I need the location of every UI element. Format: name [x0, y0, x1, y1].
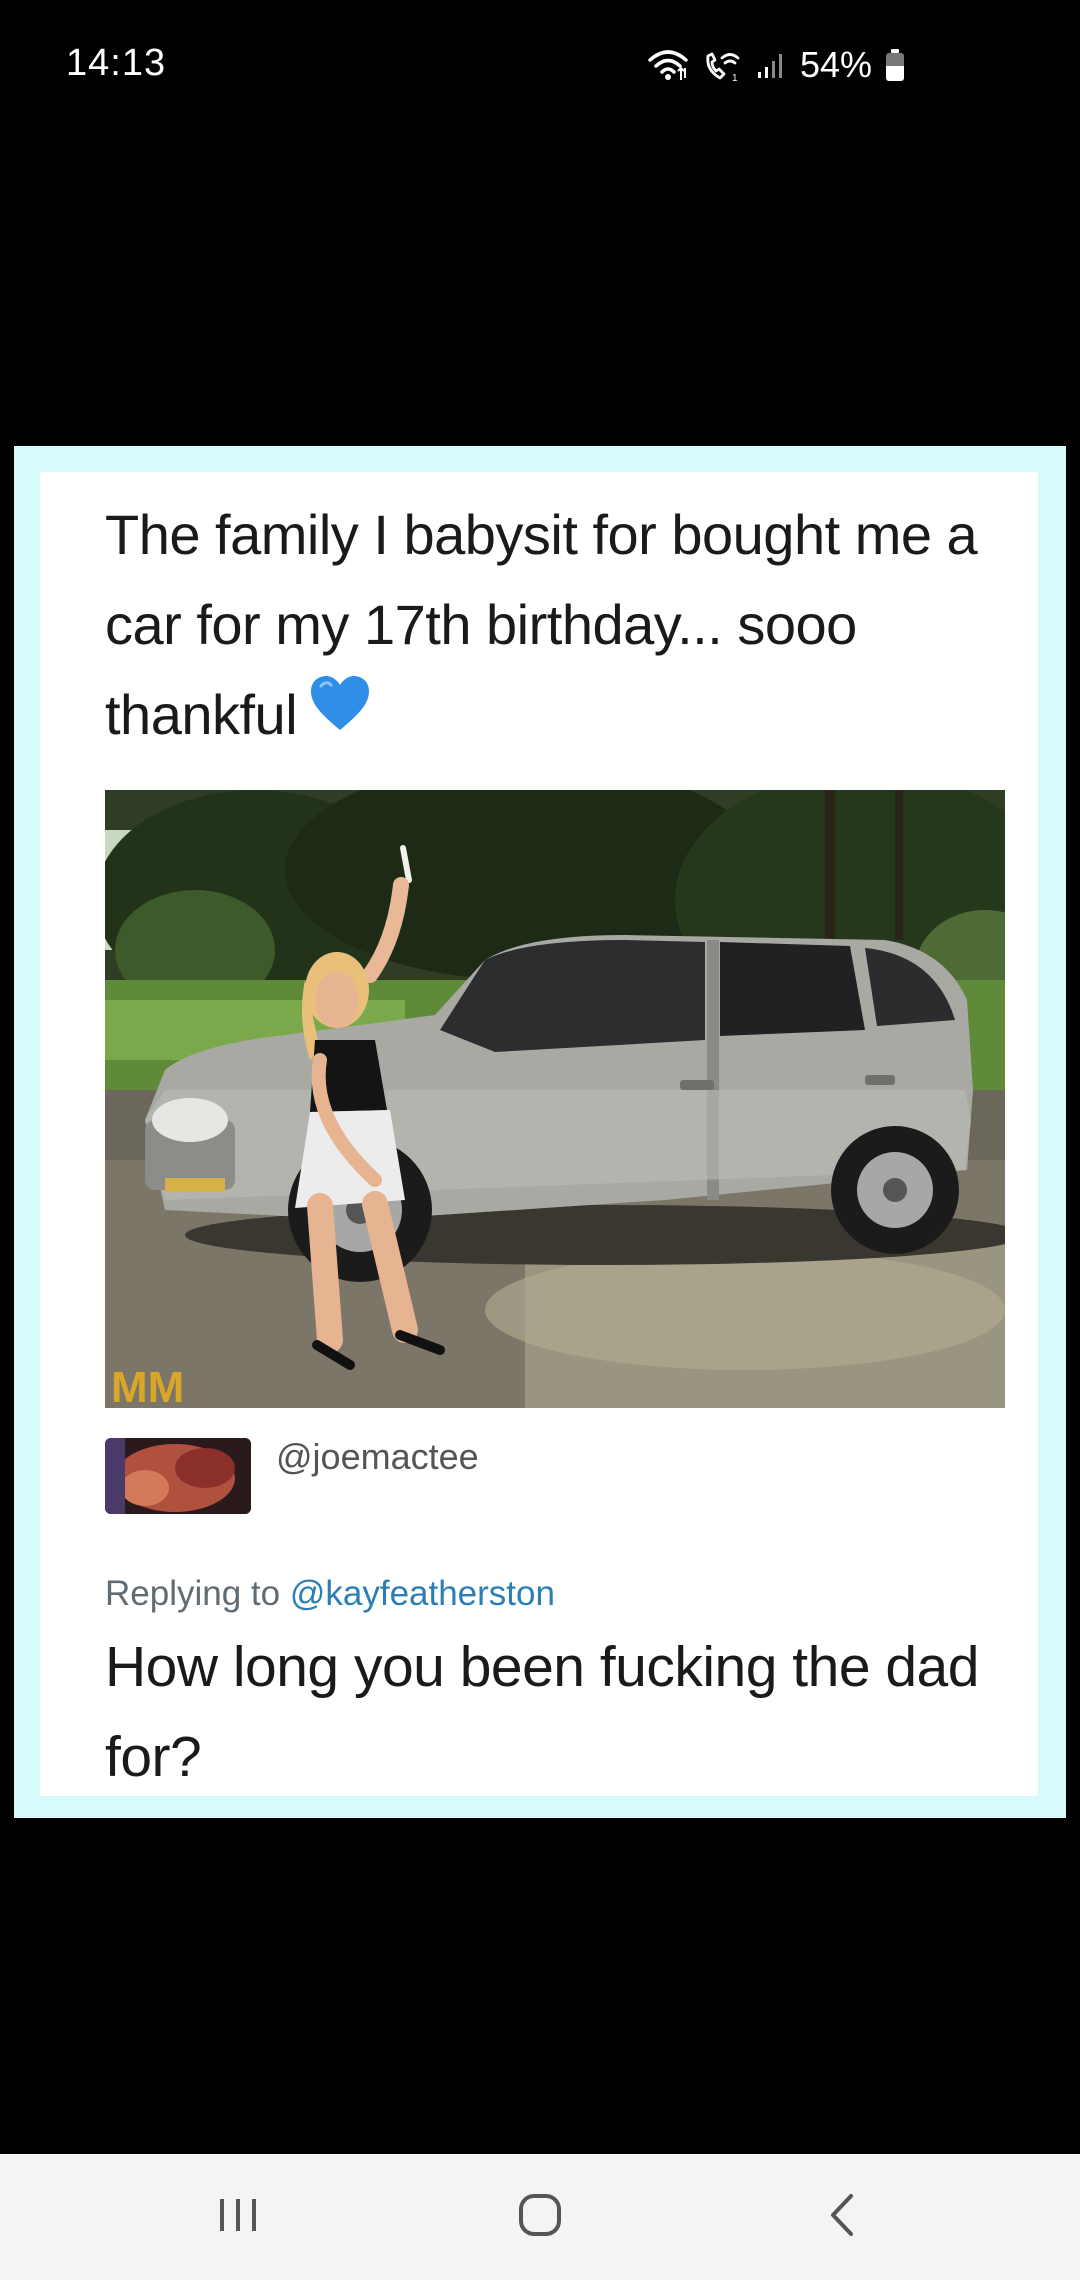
replying-to: Replying to @kayfeatherston	[105, 1574, 555, 1614]
blue-heart-icon	[309, 668, 371, 758]
reply-handle[interactable]: @joemactee	[276, 1436, 479, 1478]
replying-to-prefix: Replying to	[105, 1574, 281, 1613]
meme-image[interactable]: The family I babysit for bought me a car…	[14, 446, 1066, 1818]
car-photo: MM	[105, 790, 1005, 1408]
battery-icon	[886, 49, 904, 81]
tweet-text: The family I babysit for bought me a car…	[105, 490, 1005, 764]
meme-card: The family I babysit for bought me a car…	[40, 472, 1038, 1796]
signal-icon	[756, 50, 786, 80]
back-icon	[827, 2192, 857, 2243]
tweet-text-body: The family I babysit for bought me a car…	[105, 503, 978, 746]
recents-button[interactable]	[138, 2154, 338, 2280]
recents-icon	[216, 2195, 260, 2240]
home-button[interactable]	[440, 2154, 640, 2280]
wifi-icon	[648, 48, 688, 82]
avatar[interactable]	[105, 1438, 251, 1514]
replying-to-mention[interactable]: @kayfeatherston	[290, 1574, 555, 1613]
status-icons: 1 54%	[648, 44, 904, 86]
status-bar: 14:13 1 54%	[0, 0, 1080, 130]
svg-text:1: 1	[732, 73, 738, 82]
battery-percent: 54%	[799, 44, 872, 85]
status-time: 14:13	[66, 42, 167, 84]
photo-watermark: MM	[111, 1363, 184, 1408]
home-icon	[517, 2192, 563, 2243]
reply-text: How long you been fucking the dad for?	[105, 1635, 979, 1789]
navigation-bar	[0, 2154, 1080, 2280]
back-button[interactable]	[742, 2154, 942, 2280]
wifi-calling-icon: 1	[702, 48, 742, 82]
